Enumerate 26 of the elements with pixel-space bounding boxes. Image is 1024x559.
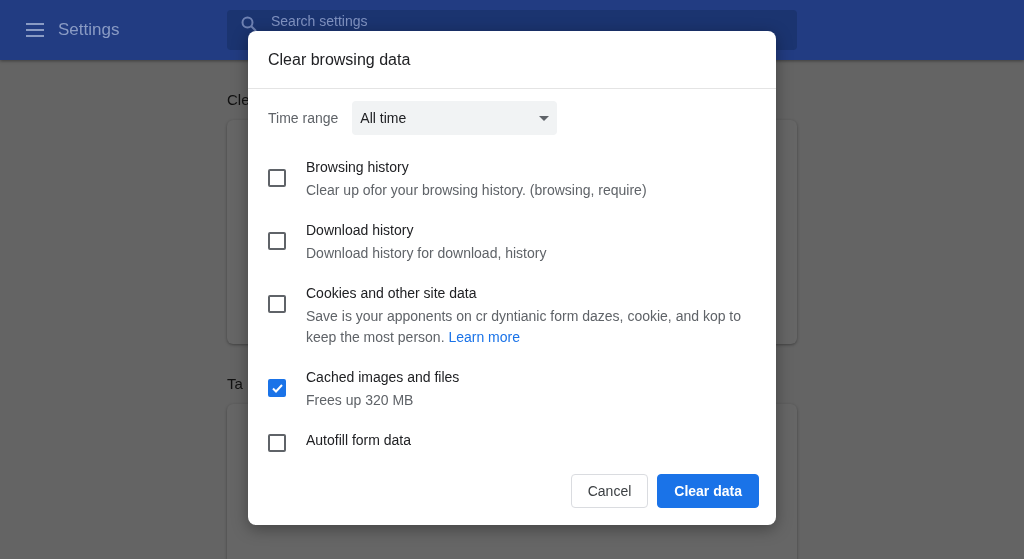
- option-description: Frees up 320 MB: [306, 391, 415, 410]
- time-range-label: Time range: [268, 110, 339, 126]
- checkbox[interactable]: [268, 379, 286, 397]
- menu-icon[interactable]: [26, 23, 44, 37]
- checkbox[interactable]: [268, 434, 286, 452]
- option-label: Cached images and files: [306, 369, 461, 385]
- time-range-dropdown[interactable]: All time: [352, 101, 558, 135]
- section-heading: Ta: [227, 375, 243, 392]
- option-label: Cookies and other site data: [306, 285, 478, 301]
- option-label: Download history: [306, 222, 415, 238]
- option-description: Download history for download, history: [306, 244, 548, 263]
- dialog-title: Clear browsing data: [267, 50, 412, 70]
- option-description: Save is your apponents on cr dyntianic form dazes, cookie, and kop to keep the most person. Learn more: [306, 307, 743, 347]
- checkbox[interactable]: [268, 295, 286, 313]
- clear-data-button[interactable]: Clear data: [657, 474, 759, 508]
- search-icon: [241, 16, 257, 32]
- checkbox[interactable]: [268, 169, 286, 187]
- checkbox[interactable]: [268, 232, 286, 250]
- cancel-button[interactable]: Cancel: [570, 474, 649, 508]
- section-heading: Cle: [227, 91, 250, 108]
- option-label: Browsing history: [306, 159, 410, 175]
- learn-more-link[interactable]: Learn more: [448, 329, 520, 345]
- option-label: Autofill form data: [306, 432, 412, 448]
- option-description: Clear up ofor your browsing history. (browsing, require): [306, 181, 648, 200]
- app-title: Settings: [58, 20, 120, 40]
- check-icon: [271, 383, 283, 393]
